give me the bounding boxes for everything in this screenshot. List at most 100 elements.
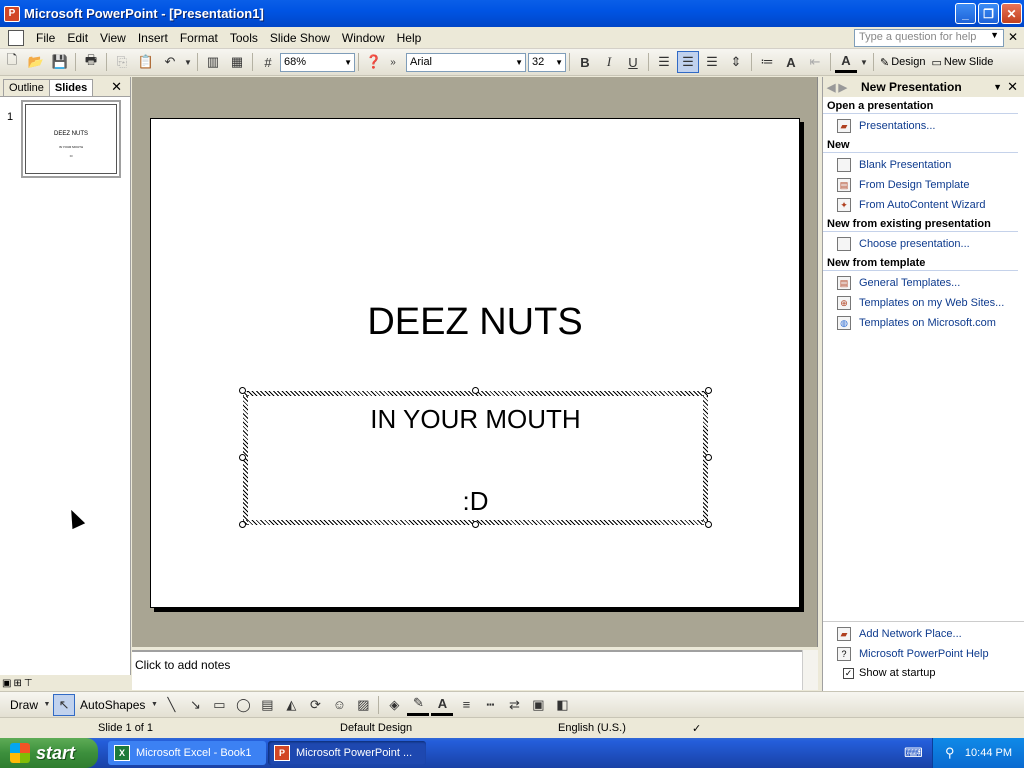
- powerpoint-app-icon[interactable]: P: [4, 5, 20, 22]
- link-choose-presentation[interactable]: Choose presentation...: [823, 234, 1024, 254]
- link-powerpoint-help[interactable]: ? Microsoft PowerPoint Help: [823, 644, 1024, 664]
- menu-help[interactable]: Help: [391, 31, 428, 45]
- undo-dropdown-icon[interactable]: ▼: [183, 51, 193, 73]
- slide-thumbnail[interactable]: DEEZ NUTS IN YOUR MOUTH :D: [21, 100, 121, 178]
- arrow-style-icon[interactable]: ⇄: [503, 694, 525, 716]
- select-objects-icon[interactable]: ↖: [53, 693, 76, 716]
- line-color-icon[interactable]: ✎: [407, 694, 430, 716]
- menu-edit[interactable]: Edit: [61, 31, 94, 45]
- diagram-icon[interactable]: ⟳: [304, 694, 326, 716]
- minimize-button[interactable]: _: [955, 3, 976, 24]
- document-icon[interactable]: [8, 29, 24, 46]
- show-at-startup-checkbox[interactable]: ✓ Show at startup: [823, 664, 1024, 682]
- underline-button[interactable]: U: [622, 51, 644, 73]
- chevron-down-icon[interactable]: ▼: [990, 30, 999, 40]
- design-button[interactable]: ✎ Design: [877, 56, 928, 69]
- resize-handle-left[interactable]: [239, 454, 246, 461]
- close-pane-icon[interactable]: ✕: [111, 79, 122, 95]
- slide-canvas[interactable]: DEEZ NUTS IN YOUR MOUTH :D: [150, 118, 800, 608]
- spelling-icon[interactable]: ✓: [692, 722, 701, 735]
- chevron-down-icon[interactable]: ▼: [43, 694, 51, 716]
- slide-sorter-icon[interactable]: ⊞: [13, 678, 21, 689]
- dash-style-icon[interactable]: ┅: [479, 694, 501, 716]
- subtitle-line-2[interactable]: :D: [248, 486, 703, 517]
- link-presentations[interactable]: ▰ Presentations...: [823, 116, 1024, 136]
- align-right-icon[interactable]: ☰: [701, 51, 723, 73]
- save-icon[interactable]: 💾: [49, 51, 71, 73]
- copy-icon[interactable]: ⎘: [111, 51, 133, 73]
- resize-handle-right[interactable]: [705, 454, 712, 461]
- tab-slides[interactable]: Slides: [48, 79, 94, 96]
- link-autocontent-wizard[interactable]: ✦ From AutoContent Wizard: [823, 195, 1024, 215]
- keyboard-icon[interactable]: ⌨: [904, 745, 923, 761]
- resize-handle-bottom-left[interactable]: [239, 521, 246, 528]
- taskbar-item-excel[interactable]: X Microsoft Excel - Book1: [108, 741, 266, 765]
- link-templates-microsoft[interactable]: ◍ Templates on Microsoft.com: [823, 313, 1024, 333]
- menu-slide-show[interactable]: Slide Show: [264, 31, 336, 45]
- slide-title[interactable]: DEEZ NUTS: [151, 301, 799, 344]
- subtitle-line-1[interactable]: IN YOUR MOUTH: [248, 404, 703, 435]
- slide-show-icon[interactable]: ⊤: [24, 678, 33, 689]
- insert-table-icon[interactable]: ▦: [226, 51, 248, 73]
- fill-color-icon[interactable]: ◈: [383, 694, 405, 716]
- zoom-select[interactable]: 68% ▼: [280, 52, 355, 72]
- line-style-icon[interactable]: ≡: [455, 694, 477, 716]
- resize-handle-top-left[interactable]: [239, 387, 246, 394]
- back-forward-icon[interactable]: ◀ ▶: [827, 81, 847, 94]
- font-color-icon[interactable]: A: [431, 694, 454, 716]
- normal-view-icon[interactable]: ▣: [2, 678, 11, 689]
- resize-handle-bottom-right[interactable]: [705, 521, 712, 528]
- bullets-icon[interactable]: ≔: [756, 51, 778, 73]
- link-add-network-place[interactable]: ▰ Add Network Place...: [823, 624, 1024, 644]
- bold-button[interactable]: B: [574, 51, 596, 73]
- align-center-icon[interactable]: ☰: [677, 51, 699, 73]
- font-color-icon[interactable]: A: [835, 51, 857, 73]
- help-icon[interactable]: ❓: [363, 51, 385, 73]
- show-grid-icon[interactable]: #: [257, 51, 279, 73]
- autoshapes-menu-button[interactable]: AutoShapes: [76, 698, 149, 712]
- arrow-icon[interactable]: ↘: [184, 694, 206, 716]
- line-spacing-icon[interactable]: ⇕: [725, 51, 747, 73]
- font-color-dropdown-icon[interactable]: ▼: [859, 51, 869, 73]
- print-icon[interactable]: 🖶: [80, 51, 102, 73]
- italic-button[interactable]: I: [598, 51, 620, 73]
- line-icon[interactable]: ╲: [160, 694, 182, 716]
- rectangle-icon[interactable]: ▭: [208, 694, 230, 716]
- textbox-icon[interactable]: ▤: [256, 694, 278, 716]
- font-select[interactable]: Arial ▼: [406, 52, 526, 72]
- font-size-select[interactable]: 32 ▼: [528, 52, 566, 72]
- open-folder-icon[interactable]: 📂: [25, 51, 47, 73]
- decrease-indent-icon[interactable]: ⇤: [804, 51, 826, 73]
- menu-tools[interactable]: Tools: [224, 31, 264, 45]
- shadow-icon[interactable]: ▣: [527, 694, 549, 716]
- link-from-design-template[interactable]: ▤ From Design Template: [823, 175, 1024, 195]
- help-search-input[interactable]: Type a question for help ▼: [854, 29, 1004, 47]
- wordart-icon[interactable]: ◭: [280, 694, 302, 716]
- search-icon[interactable]: ⚲: [945, 745, 955, 761]
- close-button[interactable]: ✕: [1001, 3, 1022, 24]
- close-icon[interactable]: ✕: [1007, 79, 1018, 95]
- link-templates-web-sites[interactable]: ⊕ Templates on my Web Sites...: [823, 293, 1024, 313]
- taskbar-item-powerpoint[interactable]: P Microsoft PowerPoint ...: [268, 741, 426, 765]
- notes-pane[interactable]: Click to add notes: [132, 650, 802, 690]
- link-blank-presentation[interactable]: Blank Presentation: [823, 155, 1024, 175]
- tab-outline[interactable]: Outline: [3, 79, 50, 96]
- chevron-down-icon[interactable]: ▼: [993, 82, 1002, 92]
- chevron-down-icon[interactable]: ▼: [150, 694, 158, 716]
- new-file-icon[interactable]: 🗋: [1, 51, 23, 73]
- picture-icon[interactable]: ▨: [352, 694, 374, 716]
- menu-file[interactable]: File: [30, 31, 61, 45]
- draw-menu-button[interactable]: Draw: [6, 698, 42, 712]
- insert-chart-icon[interactable]: ▥: [202, 51, 224, 73]
- oval-icon[interactable]: ◯: [232, 694, 254, 716]
- maximize-button[interactable]: ❐: [978, 3, 999, 24]
- new-slide-button[interactable]: ▭ New Slide: [928, 56, 996, 69]
- notes-scrollbar[interactable]: [802, 650, 818, 690]
- link-general-templates[interactable]: ▤ General Templates...: [823, 273, 1024, 293]
- close-document-button[interactable]: ✕: [1008, 30, 1018, 44]
- align-left-icon[interactable]: ☰: [653, 51, 675, 73]
- menu-format[interactable]: Format: [174, 31, 224, 45]
- paste-icon[interactable]: 📋: [135, 51, 157, 73]
- start-button[interactable]: start: [0, 738, 98, 768]
- menu-insert[interactable]: Insert: [132, 31, 174, 45]
